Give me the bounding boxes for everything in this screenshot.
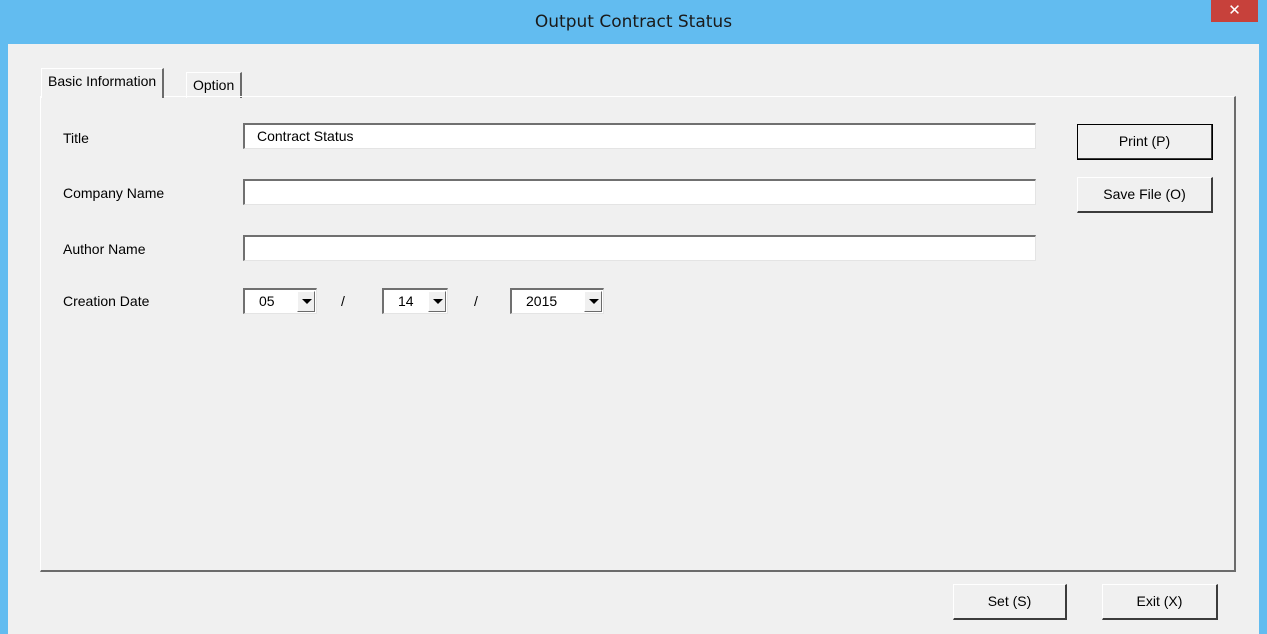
title-label: Title bbox=[63, 130, 89, 146]
close-icon: ✕ bbox=[1228, 2, 1241, 19]
print-button[interactable]: Print (P) bbox=[1077, 124, 1213, 160]
tab-option[interactable]: Option bbox=[186, 72, 243, 98]
month-value: 05 bbox=[259, 293, 275, 309]
chevron-down-icon[interactable] bbox=[297, 291, 315, 312]
dialog-client-area: Basic Information Option Title Contract … bbox=[8, 44, 1259, 634]
chevron-down-icon[interactable] bbox=[428, 291, 446, 312]
month-select[interactable]: 05 bbox=[243, 288, 317, 314]
close-button[interactable]: ✕ bbox=[1211, 0, 1258, 22]
title-bar[interactable]: Output Contract Status ✕ bbox=[0, 0, 1267, 44]
author-name-label: Author Name bbox=[63, 241, 146, 257]
dialog-window: Output Contract Status ✕ Basic Informati… bbox=[0, 0, 1267, 634]
day-value: 14 bbox=[398, 293, 414, 309]
set-button[interactable]: Set (S) bbox=[953, 584, 1067, 620]
company-name-input[interactable] bbox=[243, 179, 1036, 205]
title-input[interactable]: Contract Status bbox=[243, 123, 1036, 149]
day-select[interactable]: 14 bbox=[382, 288, 448, 314]
year-select[interactable]: 2015 bbox=[510, 288, 604, 314]
window-title: Output Contract Status bbox=[534, 12, 733, 32]
date-separator: / bbox=[474, 293, 478, 309]
tab-basic-information[interactable]: Basic Information bbox=[41, 68, 165, 98]
date-separator: / bbox=[341, 293, 345, 309]
chevron-down-icon[interactable] bbox=[584, 291, 602, 312]
tab-panel: Title Contract Status Company Name Autho… bbox=[40, 96, 1236, 572]
year-value: 2015 bbox=[526, 293, 558, 309]
save-file-button[interactable]: Save File (O) bbox=[1077, 177, 1213, 213]
creation-date-label: Creation Date bbox=[63, 293, 150, 309]
company-name-label: Company Name bbox=[63, 185, 165, 201]
author-name-input[interactable] bbox=[243, 235, 1036, 261]
exit-button[interactable]: Exit (X) bbox=[1102, 584, 1218, 620]
